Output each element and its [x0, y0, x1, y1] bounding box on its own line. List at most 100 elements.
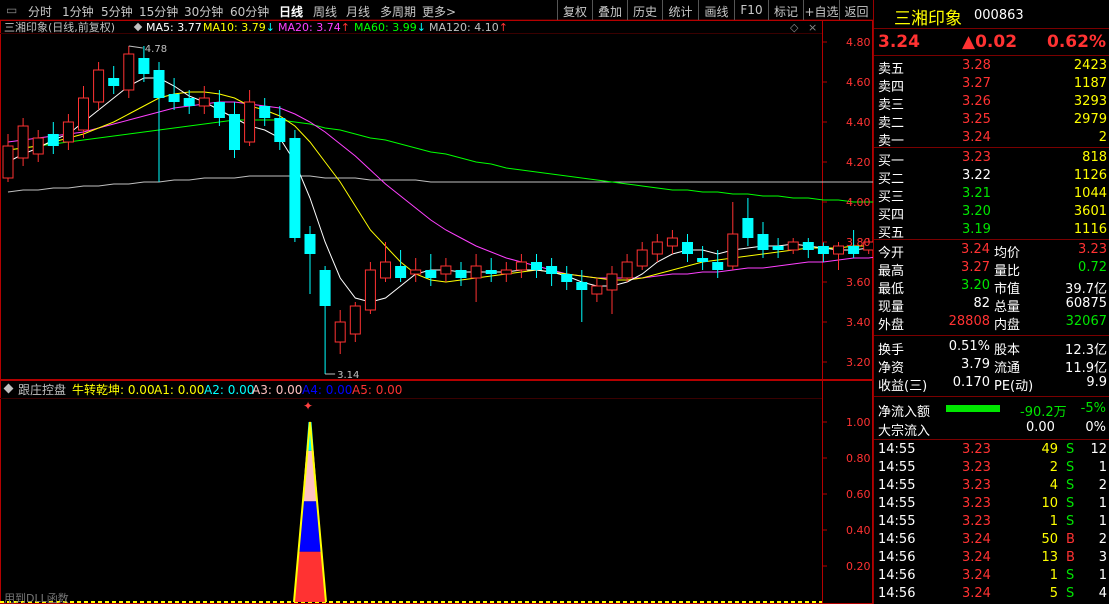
period-tab-5[interactable]: 60分钟: [230, 3, 269, 20]
candle-body-up: [62, 121, 74, 143]
tick-side: S: [1066, 568, 1075, 583]
period-tab-7[interactable]: 周线: [313, 3, 337, 20]
period-tab-0[interactable]: 分时: [28, 3, 52, 20]
stat-label-left: 外盘: [878, 318, 905, 333]
candle-body-down: [485, 270, 497, 274]
candle-body-up: [349, 305, 361, 335]
candle-body-down: [712, 262, 724, 270]
candle: [334, 310, 346, 354]
stat-value-right: 32067: [1065, 314, 1107, 329]
stat-row: 最低 3.20 市值 39.7亿: [874, 277, 1109, 297]
candle: [259, 98, 271, 126]
candle: [17, 118, 29, 166]
candlestick-chart[interactable]: 4.78 3.14 4.80 4.60 4.40 4.20 4.00 3.80 3.60 3.4…: [0, 20, 873, 380]
bid-row[interactable]: 买一 3.23 818: [874, 149, 1109, 169]
candle-body-down: [561, 274, 573, 282]
candle: [591, 278, 603, 302]
candle-body-down: [425, 270, 437, 278]
indicator-toggle-icon[interactable]: [3, 383, 14, 394]
toolbar-button-8[interactable]: 返回: [839, 0, 873, 20]
tick-time: 14:55: [878, 442, 916, 457]
candle: [651, 234, 663, 262]
close-icon[interactable]: ×: [808, 21, 817, 34]
toolbar-button-3[interactable]: 统计: [662, 0, 698, 20]
candle: [108, 66, 120, 94]
period-tab-3[interactable]: 15分钟: [139, 3, 178, 20]
ma-legend-2: MA20: 3.74↑: [278, 21, 350, 34]
period-tab-8[interactable]: 月线: [346, 3, 370, 20]
toolbar-button-5[interactable]: F10: [734, 0, 768, 20]
ma-legend-arrow-2: ↑: [341, 21, 350, 34]
tick-volume: 50: [1041, 532, 1058, 547]
candle-body-up: [515, 261, 527, 271]
ma-legend-0: MA5: 3.77: [146, 21, 202, 34]
candle-body-up: [636, 249, 648, 267]
candle-body-down: [546, 266, 558, 274]
candle-body-up: [591, 285, 603, 295]
stat-value-left: 28808: [948, 314, 990, 329]
toolbar-button-1[interactable]: 叠加: [592, 0, 627, 20]
ask-row[interactable]: 卖二 3.25 2979: [874, 111, 1109, 131]
toolbar-menu-icon[interactable]: ▭: [6, 3, 17, 17]
bid-volume: 1116: [1073, 222, 1107, 237]
stat-row: 今开 3.24 均价 3.23: [874, 241, 1109, 261]
period-tab-10[interactable]: 更多>: [422, 3, 456, 20]
indicator-footer: 用到DLL函数: [4, 592, 69, 604]
bid-price: 3.22: [962, 168, 991, 183]
tick-price: 3.23: [962, 514, 991, 529]
net-inflow-label: 净流入额: [878, 405, 931, 420]
ind-ytick-label-1: 0.80: [846, 452, 871, 465]
ma-toggle-icon[interactable]: [133, 22, 143, 32]
ask-row[interactable]: 卖五 3.28 2423: [874, 57, 1109, 77]
tick-row: 14:56 3.24 50 B 2: [874, 531, 1109, 549]
candle: [244, 90, 256, 146]
candle-body-down: [531, 262, 542, 270]
tick-price: 3.23: [962, 478, 991, 493]
indicator-field-3: A3: 0.00: [252, 383, 302, 397]
tick-side: B: [1066, 550, 1075, 565]
candle-body-down: [168, 94, 180, 102]
diamond-icon[interactable]: ◇: [790, 21, 799, 34]
toolbar-button-7[interactable]: +自选: [803, 0, 839, 20]
candle: [380, 242, 391, 282]
bid-volume: 818: [1082, 150, 1107, 165]
candle: [47, 122, 59, 154]
period-tab-6[interactable]: 日线: [279, 3, 303, 20]
net-inflow-value: -90.2万: [1020, 405, 1067, 420]
period-tab-1[interactable]: 1分钟: [62, 3, 94, 20]
candle: [636, 242, 648, 270]
tick-row: 14:55 3.23 10 S 1: [874, 495, 1109, 513]
candle-body-up: [666, 237, 678, 247]
ask-row[interactable]: 卖一 3.24 2: [874, 129, 1109, 149]
ask-row[interactable]: 卖四 3.27 1187: [874, 75, 1109, 95]
candle-body-down: [576, 282, 588, 290]
toolbar-button-2[interactable]: 历史: [627, 0, 662, 20]
tick-side: S: [1066, 514, 1075, 529]
ytick-label-8: 3.20: [846, 356, 871, 369]
toolbar-button-0[interactable]: 复权: [557, 0, 592, 20]
ma-legend-4: MA120: 4.10↑: [429, 21, 508, 34]
bid-row[interactable]: 买三 3.21 1044: [874, 185, 1109, 205]
candle-body-down: [304, 234, 316, 254]
tick-count: 1: [1098, 496, 1107, 511]
stat-value-left: 3.20: [961, 278, 990, 293]
toolbar-button-4[interactable]: 画线: [698, 0, 734, 20]
stock-title: 三湘印象 000863: [874, 3, 1109, 29]
period-tab-2[interactable]: 5分钟: [101, 3, 133, 20]
candle: [485, 258, 497, 282]
candle-body-down: [213, 102, 225, 118]
ma-legend-1: MA10: 3.79↓: [203, 21, 275, 34]
toolbar-button-6[interactable]: 标记: [768, 0, 803, 20]
period-tab-4[interactable]: 30分钟: [184, 3, 223, 20]
candle-body-down: [47, 134, 59, 146]
candle: [425, 254, 437, 286]
candle-body-down: [289, 138, 301, 238]
bid-row[interactable]: 买四 3.20 3601: [874, 203, 1109, 223]
indicator-chart[interactable]: ✦ 1.00 0.80 0.60 0.40 0.20 跟庄控盘 牛转乾坤: 0.00 A1:…: [0, 380, 873, 604]
indicator-field-1: A1: 0.00: [154, 383, 204, 397]
ask-row[interactable]: 卖三 3.26 3293: [874, 93, 1109, 113]
bid-row[interactable]: 买五 3.19 1116: [874, 221, 1109, 241]
period-tab-9[interactable]: 多周期: [380, 3, 416, 20]
bid-row[interactable]: 买二 3.22 1126: [874, 167, 1109, 187]
bid-volume: 3601: [1073, 204, 1107, 219]
